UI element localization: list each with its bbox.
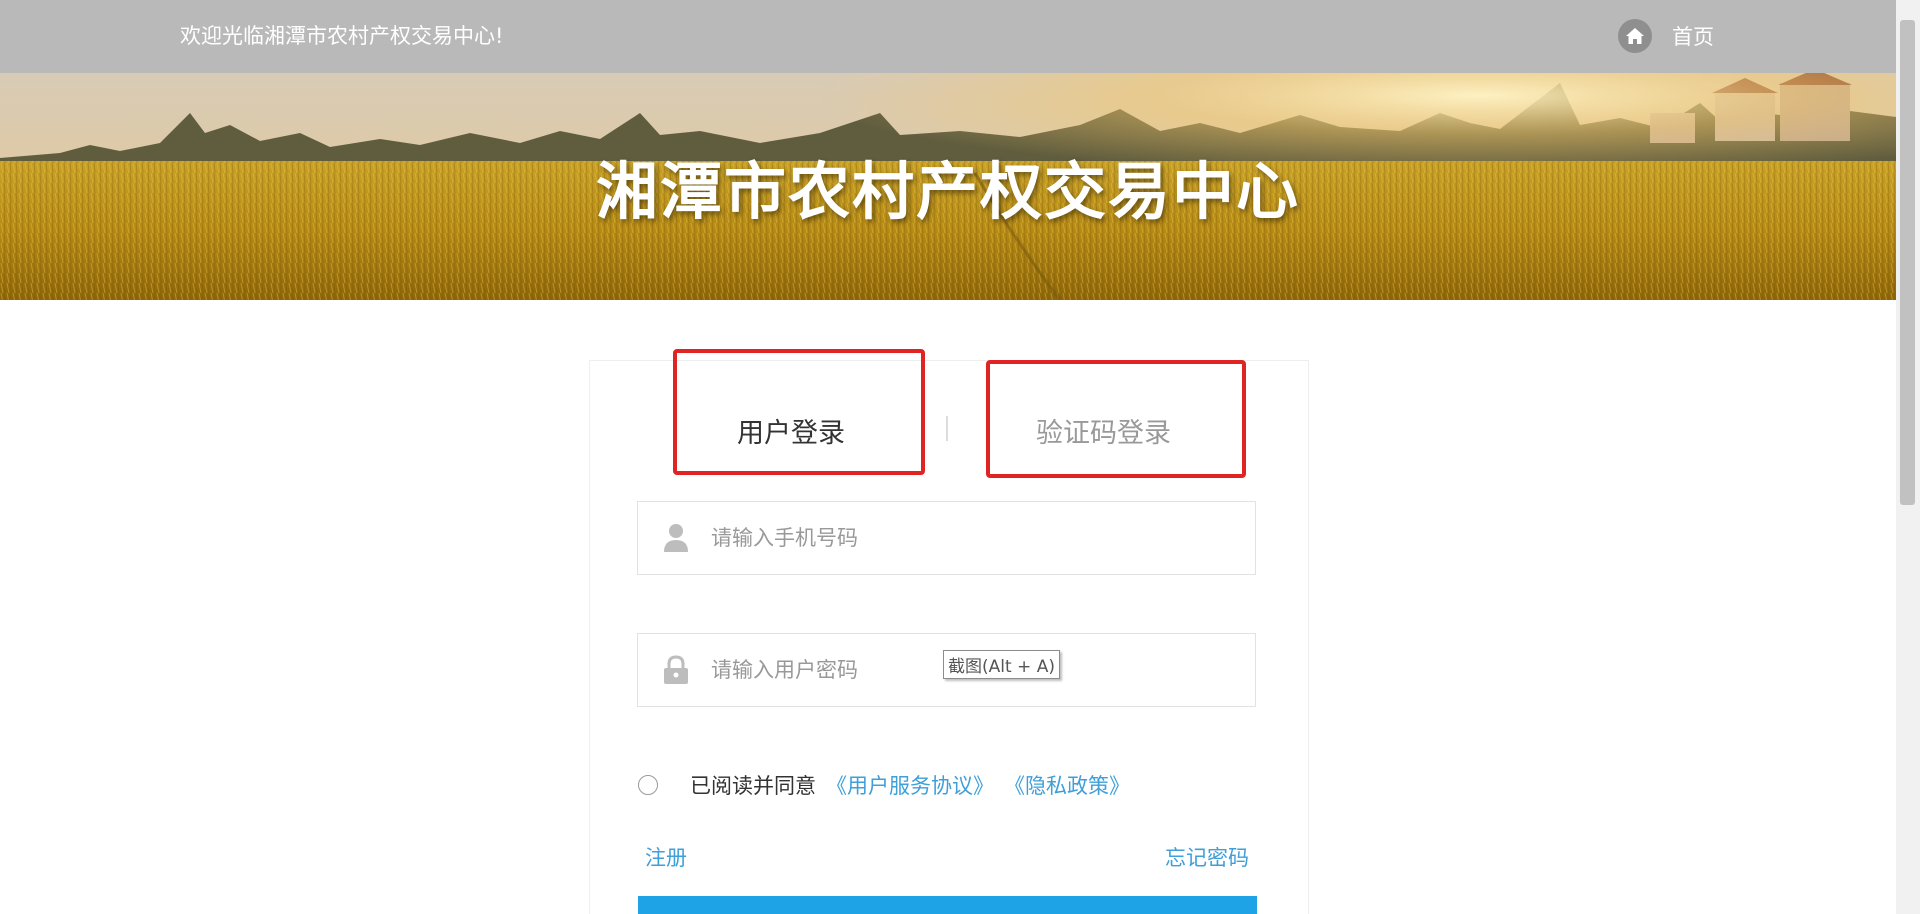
banner: 湘潭市农村产权交易中心 bbox=[0, 73, 1896, 300]
highlight-box-user-login bbox=[673, 349, 925, 475]
user-icon bbox=[663, 523, 689, 553]
scrollbar-thumb[interactable] bbox=[1900, 20, 1915, 505]
home-label[interactable]: 首页 bbox=[1672, 21, 1714, 51]
agreement-row: 已阅读并同意 《用户服务协议》 《隐私政策》 bbox=[638, 770, 1130, 800]
screenshot-tooltip: 截图(Alt + A) bbox=[943, 650, 1060, 679]
privacy-policy-link[interactable]: 《隐私政策》 bbox=[1004, 770, 1130, 800]
banner-title: 湘潭市农村产权交易中心 bbox=[595, 155, 1300, 228]
phone-input-row bbox=[637, 501, 1256, 575]
top-bar: 欢迎光临湘潭市农村产权交易中心! 首页 bbox=[0, 0, 1896, 73]
register-link[interactable]: 注册 bbox=[645, 842, 687, 872]
home-icon[interactable] bbox=[1618, 19, 1652, 53]
forgot-password-link[interactable]: 忘记密码 bbox=[1165, 842, 1249, 872]
page-scrollbar[interactable] bbox=[1896, 0, 1920, 914]
agree-radio[interactable] bbox=[638, 775, 658, 795]
lock-icon bbox=[663, 655, 689, 685]
tab-divider bbox=[946, 416, 948, 441]
welcome-text: 欢迎光临湘潭市农村产权交易中心! bbox=[180, 24, 504, 48]
home-link[interactable]: 首页 bbox=[1618, 18, 1714, 54]
login-page: 欢迎光临湘潭市农村产权交易中心! 首页 湘潭市农村产权交易中心 用户登录 验证码… bbox=[0, 0, 1920, 914]
phone-input[interactable] bbox=[709, 525, 1233, 551]
highlight-box-sms-login bbox=[986, 360, 1246, 478]
login-button[interactable] bbox=[638, 896, 1257, 914]
service-agreement-link[interactable]: 《用户服务协议》 bbox=[826, 770, 994, 800]
agree-text: 已阅读并同意 bbox=[690, 774, 816, 798]
